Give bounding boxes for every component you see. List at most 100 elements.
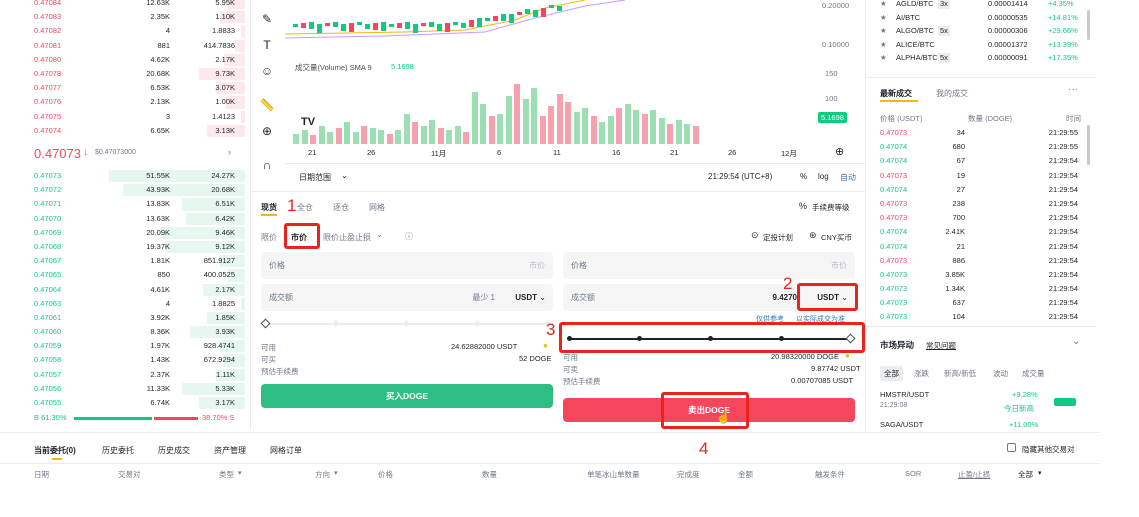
percent-toggle[interactable]: % bbox=[800, 172, 807, 181]
trade-row: 0.47074 680 21:29:55 bbox=[870, 140, 1090, 154]
market-tab-all[interactable]: 全部 bbox=[880, 366, 903, 381]
star-icon[interactable]: ★ bbox=[880, 51, 887, 65]
price-tick: 0.20000 bbox=[822, 1, 850, 10]
order-book-row[interactable]: 0.47074 6.65K 3.13K bbox=[0, 124, 245, 138]
star-icon[interactable]: ★ bbox=[880, 11, 887, 25]
tab-open-orders[interactable]: 当前委托(0) bbox=[34, 445, 76, 456]
pair-row[interactable]: ★ AGLD/BTC 3x 0.00001414 +4.35% bbox=[866, 0, 1096, 11]
star-icon[interactable]: ★ bbox=[880, 38, 887, 52]
order-book-row[interactable]: 0.47063 4 1.8825 bbox=[0, 297, 245, 311]
auto-toggle[interactable]: 自动 bbox=[840, 172, 856, 183]
tab-order-history[interactable]: 历史委托 bbox=[102, 445, 134, 456]
trade-qty: 104 bbox=[952, 312, 965, 322]
zoom-in-icon[interactable]: ⊕ bbox=[258, 124, 276, 138]
faq-link[interactable]: 常见问题 bbox=[926, 340, 956, 351]
scrollbar[interactable] bbox=[1087, 10, 1090, 40]
order-book-row[interactable]: 0.47077 6.53K 3.07K bbox=[0, 81, 245, 95]
chevron-right-icon[interactable]: › bbox=[228, 147, 231, 157]
tab-isolated[interactable]: 逐仓 bbox=[333, 202, 349, 213]
cancel-all-select[interactable]: 全部 bbox=[1018, 469, 1033, 480]
trade-time: 21:29:54 bbox=[1048, 241, 1078, 251]
order-book-row[interactable]: 0.47075 3 1.4123 bbox=[0, 110, 245, 124]
pair-row[interactable]: ★ AI/BTC 0.00000535 +14.81% bbox=[866, 11, 1096, 25]
pair-row[interactable]: ★ ALICE/BTC 0.00001372 +13.39% bbox=[866, 38, 1096, 52]
order-book-row[interactable]: 0.47073 51.55K 24.27K bbox=[0, 169, 245, 183]
order-type-limit[interactable]: 限价 bbox=[261, 232, 277, 243]
volume-bar bbox=[463, 132, 469, 144]
magnet-icon[interactable]: ∩ bbox=[258, 158, 276, 172]
volume-chart[interactable]: 成交量(Volume) SMA 9 5.1698 150 100 5.1698 … bbox=[285, 58, 859, 148]
tab-spot[interactable]: 现货 bbox=[261, 202, 277, 213]
order-book-row[interactable]: 0.47072 43.93K 20.68K bbox=[0, 183, 245, 197]
buy-slider[interactable] bbox=[260, 318, 553, 329]
order-book-row[interactable]: 0.47058 1.43K 672.9294 bbox=[0, 353, 245, 367]
order-book-row[interactable]: 0.47065 850 400.0525 bbox=[0, 268, 245, 282]
order-book-row[interactable]: 0.47064 4.61K 2.17K bbox=[0, 283, 245, 297]
market-tab-volatility[interactable]: 波动 bbox=[993, 368, 1008, 379]
order-book-row[interactable]: 0.47084 12.63K 5.95K bbox=[0, 0, 245, 10]
tab-grid[interactable]: 网格 bbox=[369, 202, 385, 213]
order-book-row[interactable]: 0.47068 19.37K 9.12K bbox=[0, 240, 245, 254]
star-icon[interactable]: ★ bbox=[880, 0, 887, 11]
tab-recent-trades[interactable]: 最新成交 bbox=[880, 88, 912, 99]
bid-qty: 13.63K bbox=[146, 213, 170, 223]
collapse-icon[interactable]: ⌄ bbox=[1072, 336, 1080, 347]
tab-grid-orders[interactable]: 网格订单 bbox=[270, 445, 302, 456]
order-book-row[interactable]: 0.47080 4.62K 2.17K bbox=[0, 53, 245, 67]
buy-unit-select[interactable]: USDT bbox=[515, 284, 537, 311]
order-book-row[interactable]: 0.47083 2.35K 1.10K bbox=[0, 10, 245, 24]
buy-amount-field[interactable]: 成交额 最少 1 USDT ⌄ bbox=[261, 284, 553, 311]
col-header[interactable]: 方向 bbox=[315, 469, 330, 480]
market-tab-change[interactable]: 涨跌 bbox=[914, 368, 929, 379]
dca-plan-link[interactable]: 定投计划 bbox=[763, 232, 793, 243]
market-tab-high-low[interactable]: 新高/新低 bbox=[944, 368, 976, 379]
order-book-row[interactable]: 0.47067 1.81K 851.9127 bbox=[0, 254, 245, 268]
more-icon[interactable]: ··· bbox=[1068, 84, 1078, 95]
buy-button[interactable]: 买入DOGE bbox=[261, 384, 553, 408]
text-icon[interactable]: T bbox=[258, 38, 276, 52]
order-book-row[interactable]: 0.47055 6.74K 3.17K bbox=[0, 396, 245, 410]
volume-bar bbox=[658, 118, 665, 144]
hide-others-checkbox[interactable] bbox=[1007, 443, 1016, 452]
pair-row[interactable]: ★ ALPHA/BTC 5x 0.00000091 +17.35% bbox=[866, 51, 1096, 65]
tab-assets[interactable]: 资产管理 bbox=[214, 445, 246, 456]
sell-ratio-bar bbox=[154, 417, 198, 420]
tab-trade-history[interactable]: 历史成交 bbox=[158, 445, 190, 456]
tab-cross[interactable]: 全仓 bbox=[297, 202, 313, 213]
settings-icon[interactable]: ⊕ bbox=[835, 145, 844, 158]
order-type-stop-limit[interactable]: 限价止盈止损 bbox=[323, 232, 371, 243]
fee-level-link[interactable]: 手续费等级 bbox=[812, 202, 850, 213]
col-header[interactable]: 类型 bbox=[219, 469, 234, 480]
order-book-row[interactable]: 0.47070 13.63K 6.42K bbox=[0, 212, 245, 226]
cny-buy-link[interactable]: CNY买币 bbox=[821, 232, 852, 243]
order-book-row[interactable]: 0.47060 8.36K 3.93K bbox=[0, 325, 245, 339]
buy-price-field: 价格 市价 bbox=[261, 252, 553, 279]
order-book-row[interactable]: 0.47076 2.13K 1.00K bbox=[0, 95, 245, 109]
tab-my-trades[interactable]: 我的成交 bbox=[936, 88, 968, 99]
scrollbar[interactable] bbox=[1087, 125, 1090, 165]
ruler-icon[interactable]: 📏 bbox=[258, 98, 276, 112]
slider-handle[interactable] bbox=[260, 318, 271, 329]
order-book-row[interactable]: 0.47071 13.83K 6.51K bbox=[0, 197, 245, 211]
order-book-row[interactable]: 0.47059 1.97K 928.4741 bbox=[0, 339, 245, 353]
market-tab-volume[interactable]: 成交量 bbox=[1022, 368, 1045, 379]
volume-tick: 100 bbox=[825, 94, 838, 103]
order-book-row[interactable]: 0.47056 11.33K 5.33K bbox=[0, 382, 245, 396]
order-book-row[interactable]: 0.47082 4 1.8833 bbox=[0, 24, 245, 38]
add-funds-icon[interactable]: ● bbox=[543, 341, 548, 350]
order-book-row[interactable]: 0.47061 3.92K 1.85K bbox=[0, 311, 245, 325]
price-candle bbox=[357, 22, 362, 25]
price-candle bbox=[333, 22, 338, 27]
pair-row[interactable]: ★ ALGO/BTC 5x 0.00000306 +29.66% bbox=[866, 24, 1096, 38]
emoji-icon[interactable]: ☺ bbox=[258, 64, 276, 78]
log-toggle[interactable]: log bbox=[818, 172, 829, 181]
order-book-row[interactable]: 0.47057 2.37K 1.11K bbox=[0, 368, 245, 382]
order-book-row[interactable]: 0.47078 20.68K 9.73K bbox=[0, 67, 245, 81]
order-book-row[interactable]: 0.47081 881 414.7836 bbox=[0, 39, 245, 53]
pen-icon[interactable]: ✎ bbox=[258, 12, 276, 26]
price-chart[interactable]: 0.20000 0.10000 bbox=[285, 0, 859, 60]
order-book-row[interactable]: 0.47069 20.09K 9.46K bbox=[0, 226, 245, 240]
date-range-button[interactable]: 日期范围 bbox=[299, 172, 331, 183]
volume-bar bbox=[497, 114, 503, 144]
star-icon[interactable]: ★ bbox=[880, 24, 887, 38]
